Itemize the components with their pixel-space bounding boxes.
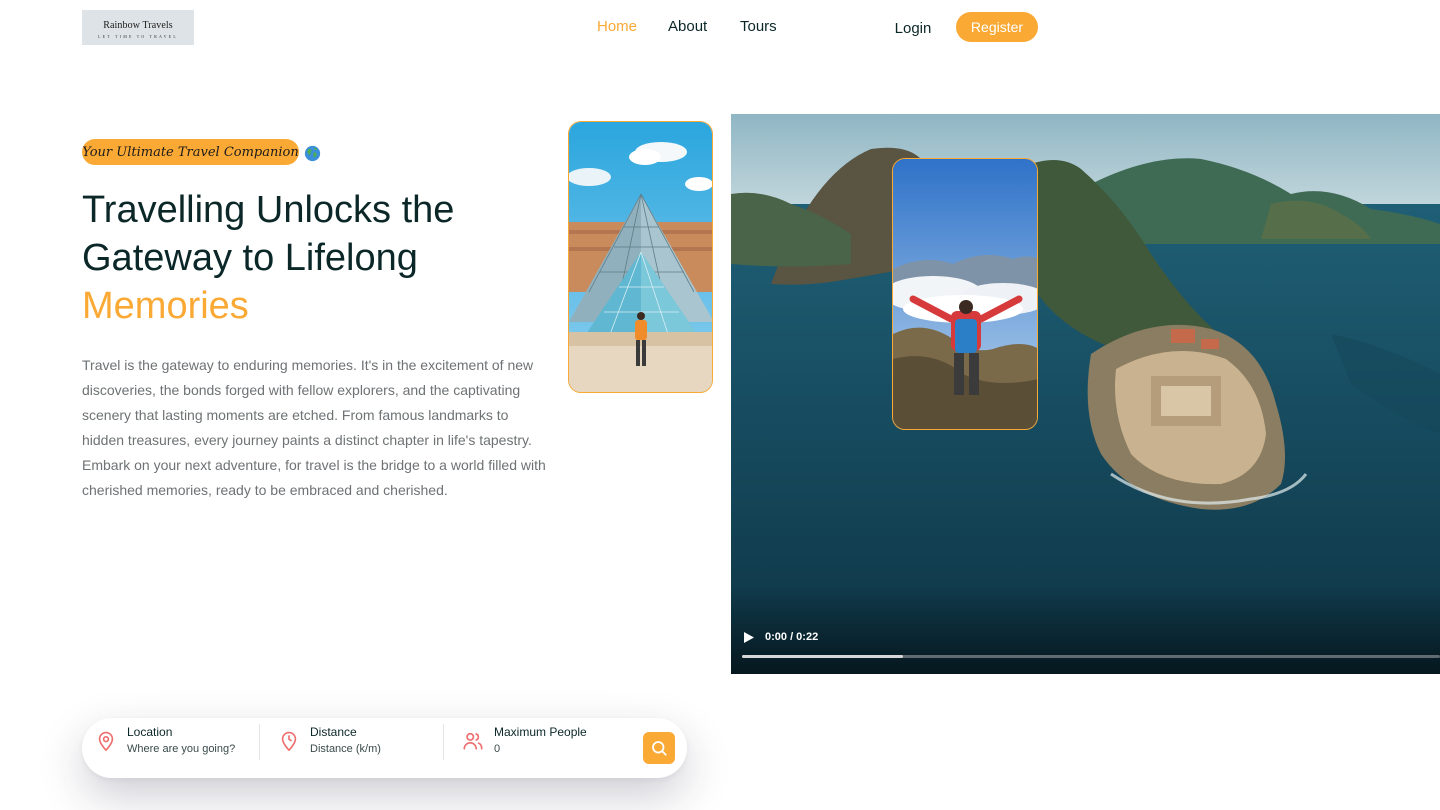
- video-controls-shade: [731, 584, 1440, 674]
- video-time: 0:00 / 0:22: [765, 631, 819, 643]
- logo[interactable]: Rainbow Travels LET TIME TO TRAVEL: [82, 10, 194, 45]
- users-icon: [463, 732, 483, 750]
- hero-image-hiker: [892, 158, 1038, 430]
- people-label: Maximum People: [494, 725, 587, 739]
- map-pin-icon: [98, 731, 114, 751]
- location-input[interactable]: [127, 741, 257, 757]
- distance-field: Distance: [278, 718, 443, 778]
- search-divider: [443, 724, 444, 760]
- hero-title: Travelling Unlocks the Gateway to Lifelo…: [82, 186, 552, 330]
- hero-title-line1: Travelling Unlocks the: [82, 189, 455, 231]
- nav-home[interactable]: Home: [597, 18, 637, 35]
- hero-title-highlight: Memories: [82, 285, 249, 327]
- location-field: Location: [95, 718, 260, 778]
- play-icon[interactable]: [744, 632, 754, 643]
- hero-description: Travel is the gateway to enduring memori…: [82, 357, 546, 498]
- search-divider: [259, 724, 260, 760]
- distance-input[interactable]: [310, 741, 440, 757]
- register-button[interactable]: Register: [956, 12, 1038, 42]
- search-icon: [652, 741, 667, 756]
- video-progress-track[interactable]: [742, 655, 1440, 658]
- hero-image-louvre: [568, 121, 713, 393]
- logo-tagline: LET TIME TO TRAVEL: [98, 34, 178, 39]
- people-input[interactable]: [494, 741, 624, 757]
- clock-icon: [281, 731, 297, 751]
- logo-title: Rainbow Travels: [103, 20, 173, 31]
- video-progress-fill: [742, 655, 903, 658]
- search-button[interactable]: [643, 732, 675, 764]
- subtitle-text: Your Ultimate Travel Companion: [82, 144, 299, 160]
- location-label: Location: [127, 725, 173, 739]
- hero-video[interactable]: 0:00 / 0:22: [731, 114, 1440, 674]
- subtitle-badge: Your Ultimate Travel Companion: [82, 139, 299, 165]
- people-field: Maximum People: [462, 718, 632, 778]
- nav-tours[interactable]: Tours: [740, 18, 777, 35]
- login-button[interactable]: Login: [882, 14, 944, 42]
- globe-icon: [304, 145, 321, 162]
- nav-about[interactable]: About: [668, 18, 707, 35]
- hero-title-line2: Gateway to Lifelong: [82, 237, 418, 279]
- search-bar: Location Distance Maximum People: [82, 718, 687, 778]
- distance-label: Distance: [310, 725, 357, 739]
